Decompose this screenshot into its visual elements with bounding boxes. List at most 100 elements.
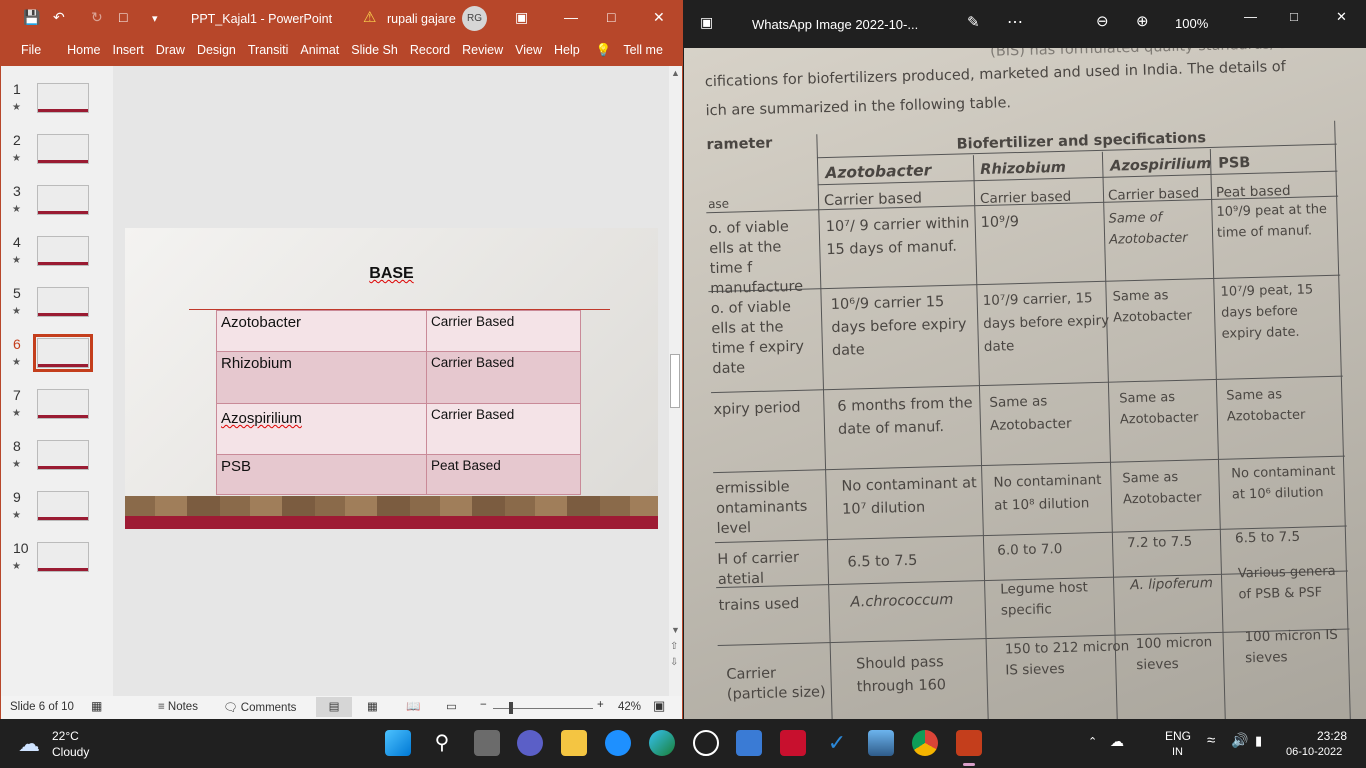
tab-home[interactable]: Home — [61, 35, 106, 66]
slide-thumbnail[interactable]: 7 ★ — [1, 387, 113, 429]
zoom-out-icon[interactable]: − — [480, 699, 487, 711]
tab-view[interactable]: View — [509, 35, 548, 66]
language-code[interactable]: ENG — [1165, 729, 1191, 743]
slide-preview[interactable] — [37, 236, 89, 266]
slide-preview[interactable] — [37, 542, 89, 572]
vertical-scrollbar[interactable]: ▲ ▼ ⇧ ⇩ — [669, 66, 682, 696]
customize-toolbar-icon[interactable]: ▾ — [152, 12, 158, 25]
weather-icon[interactable]: ☁ — [18, 731, 40, 757]
tab-animations[interactable]: Animat — [294, 35, 345, 66]
slide-preview[interactable] — [37, 134, 89, 164]
browser-icon[interactable] — [693, 730, 719, 756]
chevron-up-icon[interactable]: ⌃ — [1088, 735, 1097, 748]
tab-draw[interactable]: Draw — [150, 35, 191, 66]
photos-taskbar-icon[interactable] — [868, 730, 894, 756]
slide-thumbnail[interactable]: 2 ★ — [1, 132, 113, 174]
slideshow-view-icon[interactable]: ▭ — [446, 699, 457, 713]
zoom-level[interactable]: 42% — [618, 701, 641, 713]
tab-review[interactable]: Review — [456, 35, 509, 66]
slide-thumbnail[interactable]: 10 ★ — [1, 540, 113, 582]
weather-temp[interactable]: 22°C — [52, 729, 79, 743]
start-icon[interactable] — [385, 730, 411, 756]
minimize-icon[interactable]: — — [564, 9, 578, 25]
teams-chat-icon[interactable] — [517, 730, 543, 756]
slide-preview[interactable] — [37, 389, 89, 419]
edit-image-icon[interactable]: ✎ — [967, 13, 980, 31]
volume-icon[interactable]: 🔊 — [1231, 732, 1248, 749]
close-icon[interactable]: ✕ — [653, 9, 665, 26]
table-cell-organism[interactable]: Rhizobium — [216, 351, 427, 404]
zoom-out-icon[interactable]: ⊖ — [1096, 12, 1109, 30]
minimize-icon[interactable]: — — [1244, 9, 1257, 24]
table-cell-base[interactable]: Carrier Based — [426, 310, 581, 352]
table-cell-base[interactable]: Carrier Based — [426, 351, 581, 404]
slide-thumbnail[interactable]: 1 ★ — [1, 81, 113, 123]
slide-sorter-icon[interactable]: ▦ — [367, 699, 378, 713]
slide-preview[interactable] — [37, 287, 89, 317]
whatsapp-image[interactable]: (BIS) has formulated quality standards/ … — [684, 48, 1366, 719]
avatar[interactable]: RG — [462, 6, 487, 31]
more-options-icon[interactable]: ⋯ — [1007, 12, 1023, 32]
wifi-icon[interactable]: ≈ — [1207, 732, 1215, 749]
slide-thumbnail[interactable]: 9 ★ — [1, 489, 113, 531]
tab-file[interactable]: File — [15, 35, 47, 66]
previous-slide-icon[interactable]: ⇧ — [670, 641, 678, 652]
zoom-in-icon[interactable]: + — [597, 699, 604, 711]
current-slide[interactable]: BASE Azotobacter Carrier Based Rhizobium C… — [125, 228, 658, 529]
clock-date[interactable]: 06-10-2022 — [1286, 746, 1342, 758]
slide-preview[interactable] — [37, 491, 89, 521]
normal-view-icon[interactable]: ▤ — [316, 697, 352, 717]
undo-icon[interactable]: ↶ — [53, 9, 65, 26]
scroll-up-icon[interactable]: ▲ — [671, 68, 680, 78]
chrome-icon[interactable] — [912, 730, 938, 756]
search-icon[interactable]: ⚲ — [429, 730, 455, 756]
tell-me-search[interactable]: Tell me — [617, 35, 669, 66]
scroll-thumb[interactable] — [670, 354, 680, 408]
accessibility-icon[interactable]: ▦ — [91, 699, 102, 713]
tab-record[interactable]: Record — [404, 35, 456, 66]
zoom-slider-thumb[interactable] — [509, 702, 513, 714]
user-name[interactable]: rupali gajare — [387, 12, 456, 26]
task-view-icon[interactable] — [474, 730, 500, 756]
tab-slide-show[interactable]: Slide Sh — [345, 35, 404, 66]
slide-preview[interactable] — [37, 440, 89, 470]
slide-thumbnail[interactable]: 3 ★ — [1, 183, 113, 225]
powerpoint-taskbar-icon[interactable] — [956, 730, 982, 756]
ribbon-display-icon[interactable]: ▣ — [515, 9, 528, 26]
zoom-in-icon[interactable]: ⊕ — [1136, 12, 1149, 30]
table-cell-organism[interactable]: Azospirilium — [216, 403, 427, 455]
reading-view-icon[interactable]: 📖 — [406, 699, 420, 713]
table-cell-organism[interactable]: PSB — [216, 454, 427, 495]
phone-link-icon[interactable] — [605, 730, 631, 756]
slide-preview[interactable] — [33, 334, 93, 372]
scroll-down-icon[interactable]: ▼ — [671, 625, 680, 635]
zoom-percentage[interactable]: 100% — [1175, 16, 1208, 31]
maximize-icon[interactable]: □ — [607, 9, 615, 25]
slide-thumbnail[interactable]: 5 ★ — [1, 285, 113, 327]
table-cell-base[interactable]: Carrier Based — [426, 403, 581, 455]
comments-button[interactable]: 🗨 Comments — [223, 700, 296, 714]
maximize-icon[interactable]: □ — [1290, 9, 1298, 24]
slide-preview[interactable] — [37, 83, 89, 113]
slide-thumbnail[interactable]: 4 ★ — [1, 234, 113, 276]
redo-icon[interactable]: ↻ — [91, 9, 103, 26]
present-icon[interactable]: □ — [119, 9, 127, 25]
weather-condition[interactable]: Cloudy — [52, 745, 89, 759]
lightbulb-icon[interactable]: 💡 — [590, 35, 618, 66]
tab-insert[interactable]: Insert — [107, 35, 150, 66]
slide-title[interactable]: BASE — [125, 265, 658, 283]
clock-time[interactable]: 23:28 — [1317, 729, 1347, 743]
region-code[interactable]: IN — [1172, 746, 1183, 758]
base-table[interactable]: Azotobacter Carrier Based Rhizobium Carrie… — [216, 310, 581, 495]
cloud-sync-icon[interactable]: ☁ — [1110, 733, 1124, 750]
edge-icon[interactable] — [649, 730, 675, 756]
zoom-slider[interactable] — [493, 708, 593, 709]
tab-design[interactable]: Design — [191, 35, 242, 66]
table-cell-organism[interactable]: Azotobacter — [216, 310, 427, 352]
slide-preview[interactable] — [37, 185, 89, 215]
close-icon[interactable]: ✕ — [1336, 9, 1347, 25]
mcafee-icon[interactable] — [780, 730, 806, 756]
slide-thumbnail[interactable]: 8 ★ — [1, 438, 113, 480]
table-cell-base[interactable]: Peat Based — [426, 454, 581, 495]
file-explorer-icon[interactable] — [561, 730, 587, 756]
